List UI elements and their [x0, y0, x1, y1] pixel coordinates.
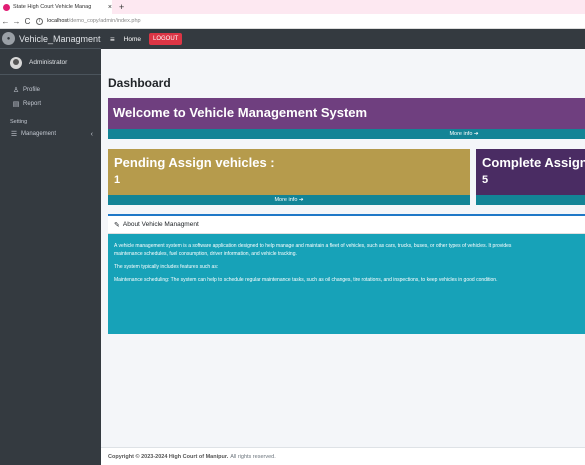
sidebar-item-profile[interactable]: ♙ Profile [0, 83, 101, 97]
address-bar: ← → C i localhost /demo_copy/admin/index… [0, 14, 585, 29]
about-body: A vehicle management system is a softwar… [108, 234, 585, 297]
list-icon: ☰ [10, 131, 18, 138]
url-path: /demo_copy/admin/index.php [68, 18, 141, 24]
top-navbar: ≡ Home LOGOUT [101, 29, 585, 49]
logo-icon: ● [2, 32, 15, 45]
pending-assign-box: Pending Assign vehicles : 1 [108, 149, 470, 195]
user-icon: ♙ [12, 87, 20, 94]
sidebar: ● Vehicle_Managment Administrator ♙ Prof… [0, 29, 101, 465]
pending-more-info-link[interactable]: More info ➔ [108, 195, 470, 205]
close-tab-icon[interactable]: × [108, 4, 112, 11]
favicon-icon [3, 3, 10, 11]
sidebar-section-header: Setting [10, 119, 28, 125]
complete-assign-box: Complete Assign 5 [476, 149, 585, 195]
reload-icon[interactable]: C [22, 17, 33, 26]
about-paragraph: Maintenance scheduling: The system can h… [114, 277, 498, 283]
user-panel[interactable]: Administrator [0, 51, 101, 75]
copyright-text: Copyright © 2023-2024 High Court of Mani… [108, 453, 229, 460]
about-paragraph: A vehicle management system is a softwar… [114, 243, 512, 257]
edit-icon: ✎ [114, 221, 120, 229]
welcome-box: Welcome to Vehicle Management System [108, 98, 585, 129]
about-card-header: ✎ About Vehicle Managment [108, 216, 585, 234]
page-footer: Copyright © 2023-2024 High Court of Mani… [101, 447, 585, 465]
browser-tab[interactable]: State High Court Vehicle Manag × [0, 0, 112, 14]
avatar-icon [10, 56, 22, 69]
new-tab-button[interactable]: + [119, 0, 124, 14]
brand-text: Vehicle_Managment [19, 33, 101, 44]
sidebar-item-management[interactable]: ☰ Management ‹ [0, 127, 101, 141]
home-link[interactable]: Home [124, 36, 141, 43]
tab-title: State High Court Vehicle Manag [13, 4, 92, 10]
user-name: Administrator [29, 59, 68, 66]
sidebar-item-report[interactable]: ▤ Report [0, 97, 101, 111]
pending-title: Pending Assign vehicles : [114, 155, 275, 170]
about-title: About Vehicle Managment [122, 221, 199, 228]
sidebar-item-label: Report [23, 101, 42, 107]
chevron-left-icon: ‹ [90, 130, 93, 138]
complete-title: Complete Assign [482, 155, 585, 170]
about-card: ✎ About Vehicle Managment A vehicle mana… [108, 214, 585, 334]
pending-count: 1 [114, 174, 121, 186]
report-icon: ▤ [12, 101, 20, 108]
welcome-more-info-link[interactable]: More info ➔ [108, 129, 585, 139]
sidebar-item-label: Management [21, 131, 57, 137]
browser-tab-bar: State High Court Vehicle Manag × + [0, 0, 585, 14]
welcome-title: Welcome to Vehicle Management System [113, 105, 368, 120]
back-icon[interactable]: ← [0, 17, 11, 26]
url-host: localhost [47, 18, 69, 24]
forward-icon[interactable]: → [11, 17, 22, 26]
complete-more-info-link[interactable] [476, 195, 585, 205]
brand-link[interactable]: ● Vehicle_Managment [0, 29, 101, 49]
menu-toggle-icon[interactable]: ≡ [110, 35, 115, 44]
about-paragraph: The system typically includes features s… [114, 264, 219, 270]
sidebar-item-label: Profile [23, 87, 41, 93]
logout-button[interactable]: LOGOUT [149, 33, 183, 45]
site-info-icon[interactable]: i [36, 17, 43, 25]
main-content: Dashboard Welcome to Vehicle Management … [101, 49, 585, 465]
complete-count: 5 [482, 174, 489, 186]
url-field[interactable]: i localhost /demo_copy/admin/index.php [36, 17, 141, 25]
page-title: Dashboard [108, 76, 171, 90]
rights-text: All rights reserved. [230, 453, 276, 460]
